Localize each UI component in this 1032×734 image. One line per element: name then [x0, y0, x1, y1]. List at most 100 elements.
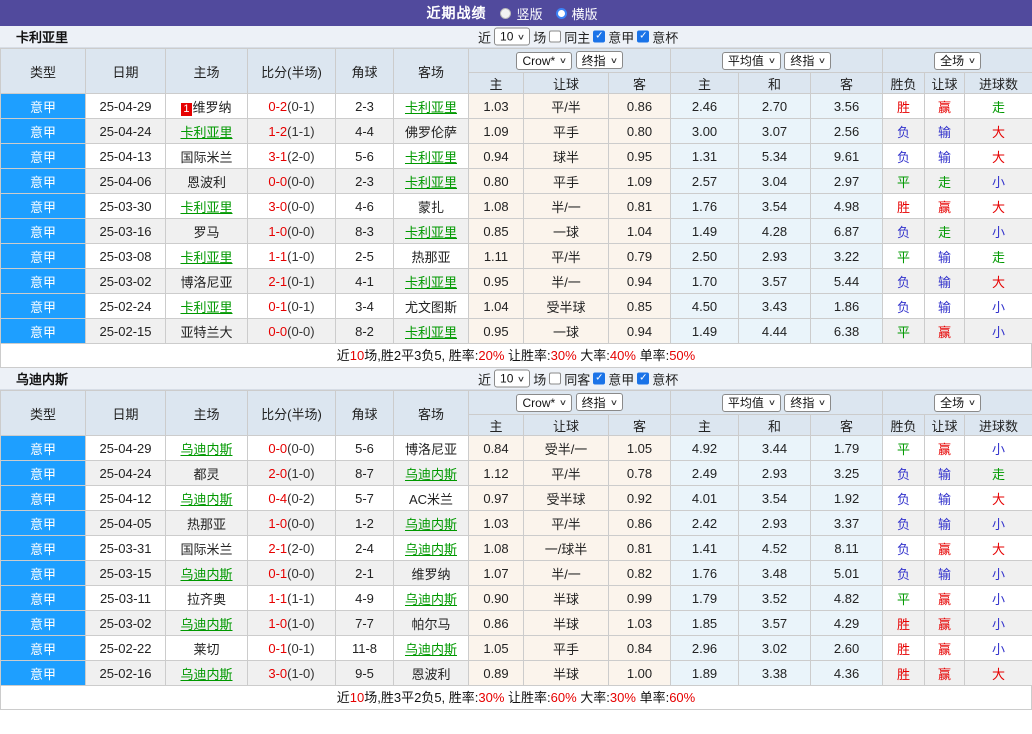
away-team-link[interactable]: 乌迪内斯	[405, 592, 457, 607]
final-odds-select-2[interactable]: 终指 ∨	[784, 393, 832, 412]
league-link[interactable]: 意甲	[0, 168, 86, 194]
home-team-link[interactable]: 罗马	[193, 225, 219, 240]
corner-cell: 4-4	[335, 118, 394, 144]
home-team-link[interactable]: 国际米兰	[180, 542, 232, 557]
final-odds-select[interactable]: 终指 ∨	[575, 51, 623, 70]
league-link[interactable]: 意甲	[0, 535, 86, 561]
league-link[interactable]: 意甲	[0, 268, 86, 294]
vertical-radio[interactable]	[500, 7, 512, 19]
scope-select[interactable]: 全场 ∨	[934, 51, 981, 70]
bookmaker-select[interactable]: Crow* ∨	[516, 51, 573, 70]
average-select[interactable]: 平均值 ∨	[721, 51, 781, 70]
serie-a-checkbox[interactable]: ✓	[593, 372, 606, 385]
away-team-link[interactable]: 卡利亚里	[405, 325, 457, 340]
away-team-link[interactable]: 帕尔马	[411, 617, 450, 632]
match-count-select[interactable]: 10 ∨	[494, 27, 531, 46]
home-team-link[interactable]: 卡利亚里	[180, 250, 232, 265]
average-select-value: 平均值	[727, 396, 764, 410]
scope-select[interactable]: 全场 ∨	[934, 393, 981, 412]
home-odds-cell: 1.03	[468, 510, 524, 536]
away-team-link[interactable]: 乌迪内斯	[405, 642, 457, 657]
home-team-link[interactable]: 都灵	[193, 467, 219, 482]
home-team-link[interactable]: 卡利亚里	[180, 125, 232, 140]
league-link[interactable]: 意甲	[0, 318, 86, 344]
home-team-link[interactable]: 乌迪内斯	[180, 492, 232, 507]
avg-home-cell: 3.00	[670, 118, 740, 144]
serie-a-checkbox[interactable]: ✓	[593, 30, 606, 43]
league-link[interactable]: 意甲	[0, 218, 86, 244]
home-team-link[interactable]: 莱切	[193, 642, 219, 657]
league-link[interactable]: 意甲	[0, 560, 86, 586]
chevron-down-icon: ∨	[609, 397, 618, 407]
italy-cup-checkbox[interactable]: ✓	[637, 30, 650, 43]
same-venue-checkbox[interactable]	[549, 30, 562, 43]
away-team-link[interactable]: AC米兰	[409, 492, 453, 507]
avg-home-cell: 1.41	[670, 535, 740, 561]
handicap-cell: 半/一	[523, 193, 609, 219]
bookmaker-select[interactable]: Crow* ∨	[516, 393, 573, 412]
home-team-link[interactable]: 博洛尼亚	[180, 275, 232, 290]
handicap-result-cell: 输	[924, 118, 966, 144]
league-link[interactable]: 意甲	[0, 510, 86, 536]
away-team-link[interactable]: 卡利亚里	[405, 275, 457, 290]
league-link[interactable]: 意甲	[0, 660, 86, 686]
away-team-link[interactable]: 乌迪内斯	[405, 467, 457, 482]
league-link[interactable]: 意甲	[0, 193, 86, 219]
away-team-link[interactable]: 乌迪内斯	[405, 542, 457, 557]
away-team-link[interactable]: 蒙扎	[418, 200, 444, 215]
match-row: 意甲 25-02-24 卡利亚里 0-1(0-1) 3-4 尤文图斯 1.04 受半球 0.85…	[0, 293, 1032, 319]
result-cell: 平	[882, 585, 926, 611]
home-team-link[interactable]: 卡利亚里	[180, 200, 232, 215]
away-team-link[interactable]: 卡利亚里	[405, 175, 457, 190]
final-odds-select[interactable]: 终指 ∨	[575, 393, 623, 412]
away-team-link[interactable]: 维罗纳	[411, 567, 450, 582]
horizontal-radio[interactable]	[555, 7, 567, 19]
away-team-link[interactable]: 卡利亚里	[405, 225, 457, 240]
away-team-link[interactable]: 佛罗伦萨	[405, 125, 457, 140]
away-team-link[interactable]: 恩波利	[411, 667, 450, 682]
avg-away-cell: 5.44	[810, 268, 884, 294]
final-odds-select-2[interactable]: 终指 ∨	[784, 51, 832, 70]
league-link[interactable]: 意甲	[0, 118, 86, 144]
match-count-select[interactable]: 10 ∨	[494, 369, 531, 388]
home-team-link[interactable]: 亚特兰大	[180, 325, 232, 340]
average-select[interactable]: 平均值 ∨	[721, 393, 781, 412]
home-team-link[interactable]: 乌迪内斯	[180, 567, 232, 582]
league-link[interactable]: 意甲	[0, 293, 86, 319]
same-venue-checkbox[interactable]	[549, 372, 562, 385]
league-link[interactable]: 意甲	[0, 485, 86, 511]
league-link[interactable]: 意甲	[0, 610, 86, 636]
home-team-link[interactable]: 国际米兰	[180, 150, 232, 165]
league-link[interactable]: 意甲	[0, 143, 86, 169]
home-team-link[interactable]: 乌迪内斯	[180, 442, 232, 457]
home-team-link[interactable]: 热那亚	[187, 517, 226, 532]
away-team-link[interactable]: 热那亚	[411, 250, 450, 265]
away-team-link[interactable]: 卡利亚里	[405, 150, 457, 165]
away-team-link[interactable]: 博洛尼亚	[405, 442, 457, 457]
league-link[interactable]: 意甲	[0, 635, 86, 661]
away-team-link[interactable]: 乌迪内斯	[405, 517, 457, 532]
home-team-link[interactable]: 恩波利	[187, 175, 226, 190]
home-team-link[interactable]: 卡利亚里	[180, 300, 232, 315]
league-link[interactable]: 意甲	[0, 435, 86, 461]
home-team-cell: 乌迪内斯	[165, 560, 248, 586]
score-cell: 1-0(1-0)	[247, 610, 336, 636]
score-cell: 2-1(0-1)	[247, 268, 336, 294]
home-team-link[interactable]: 乌迪内斯	[180, 667, 232, 682]
league-link[interactable]: 意甲	[0, 460, 86, 486]
date-cell: 25-03-02	[85, 610, 166, 636]
away-team-link[interactable]: 卡利亚里	[405, 100, 457, 115]
home-team-link[interactable]: 乌迪内斯	[180, 617, 232, 632]
away-team-link[interactable]: 尤文图斯	[405, 300, 457, 315]
home-team-link[interactable]: 维罗纳	[193, 100, 232, 115]
league-link[interactable]: 意甲	[0, 93, 86, 119]
horizontal-radio-label: 横版	[571, 6, 598, 22]
league-link[interactable]: 意甲	[0, 585, 86, 611]
league-link[interactable]: 意甲	[0, 243, 86, 269]
italy-cup-checkbox[interactable]: ✓	[637, 372, 650, 385]
home-team-cell: 卡利亚里	[165, 193, 248, 219]
half-time-score: (0-1)	[287, 640, 315, 656]
home-team-link[interactable]: 拉齐奥	[187, 592, 226, 607]
avg-home-cell: 1.49	[670, 218, 740, 244]
corner-cell: 3-4	[335, 293, 394, 319]
